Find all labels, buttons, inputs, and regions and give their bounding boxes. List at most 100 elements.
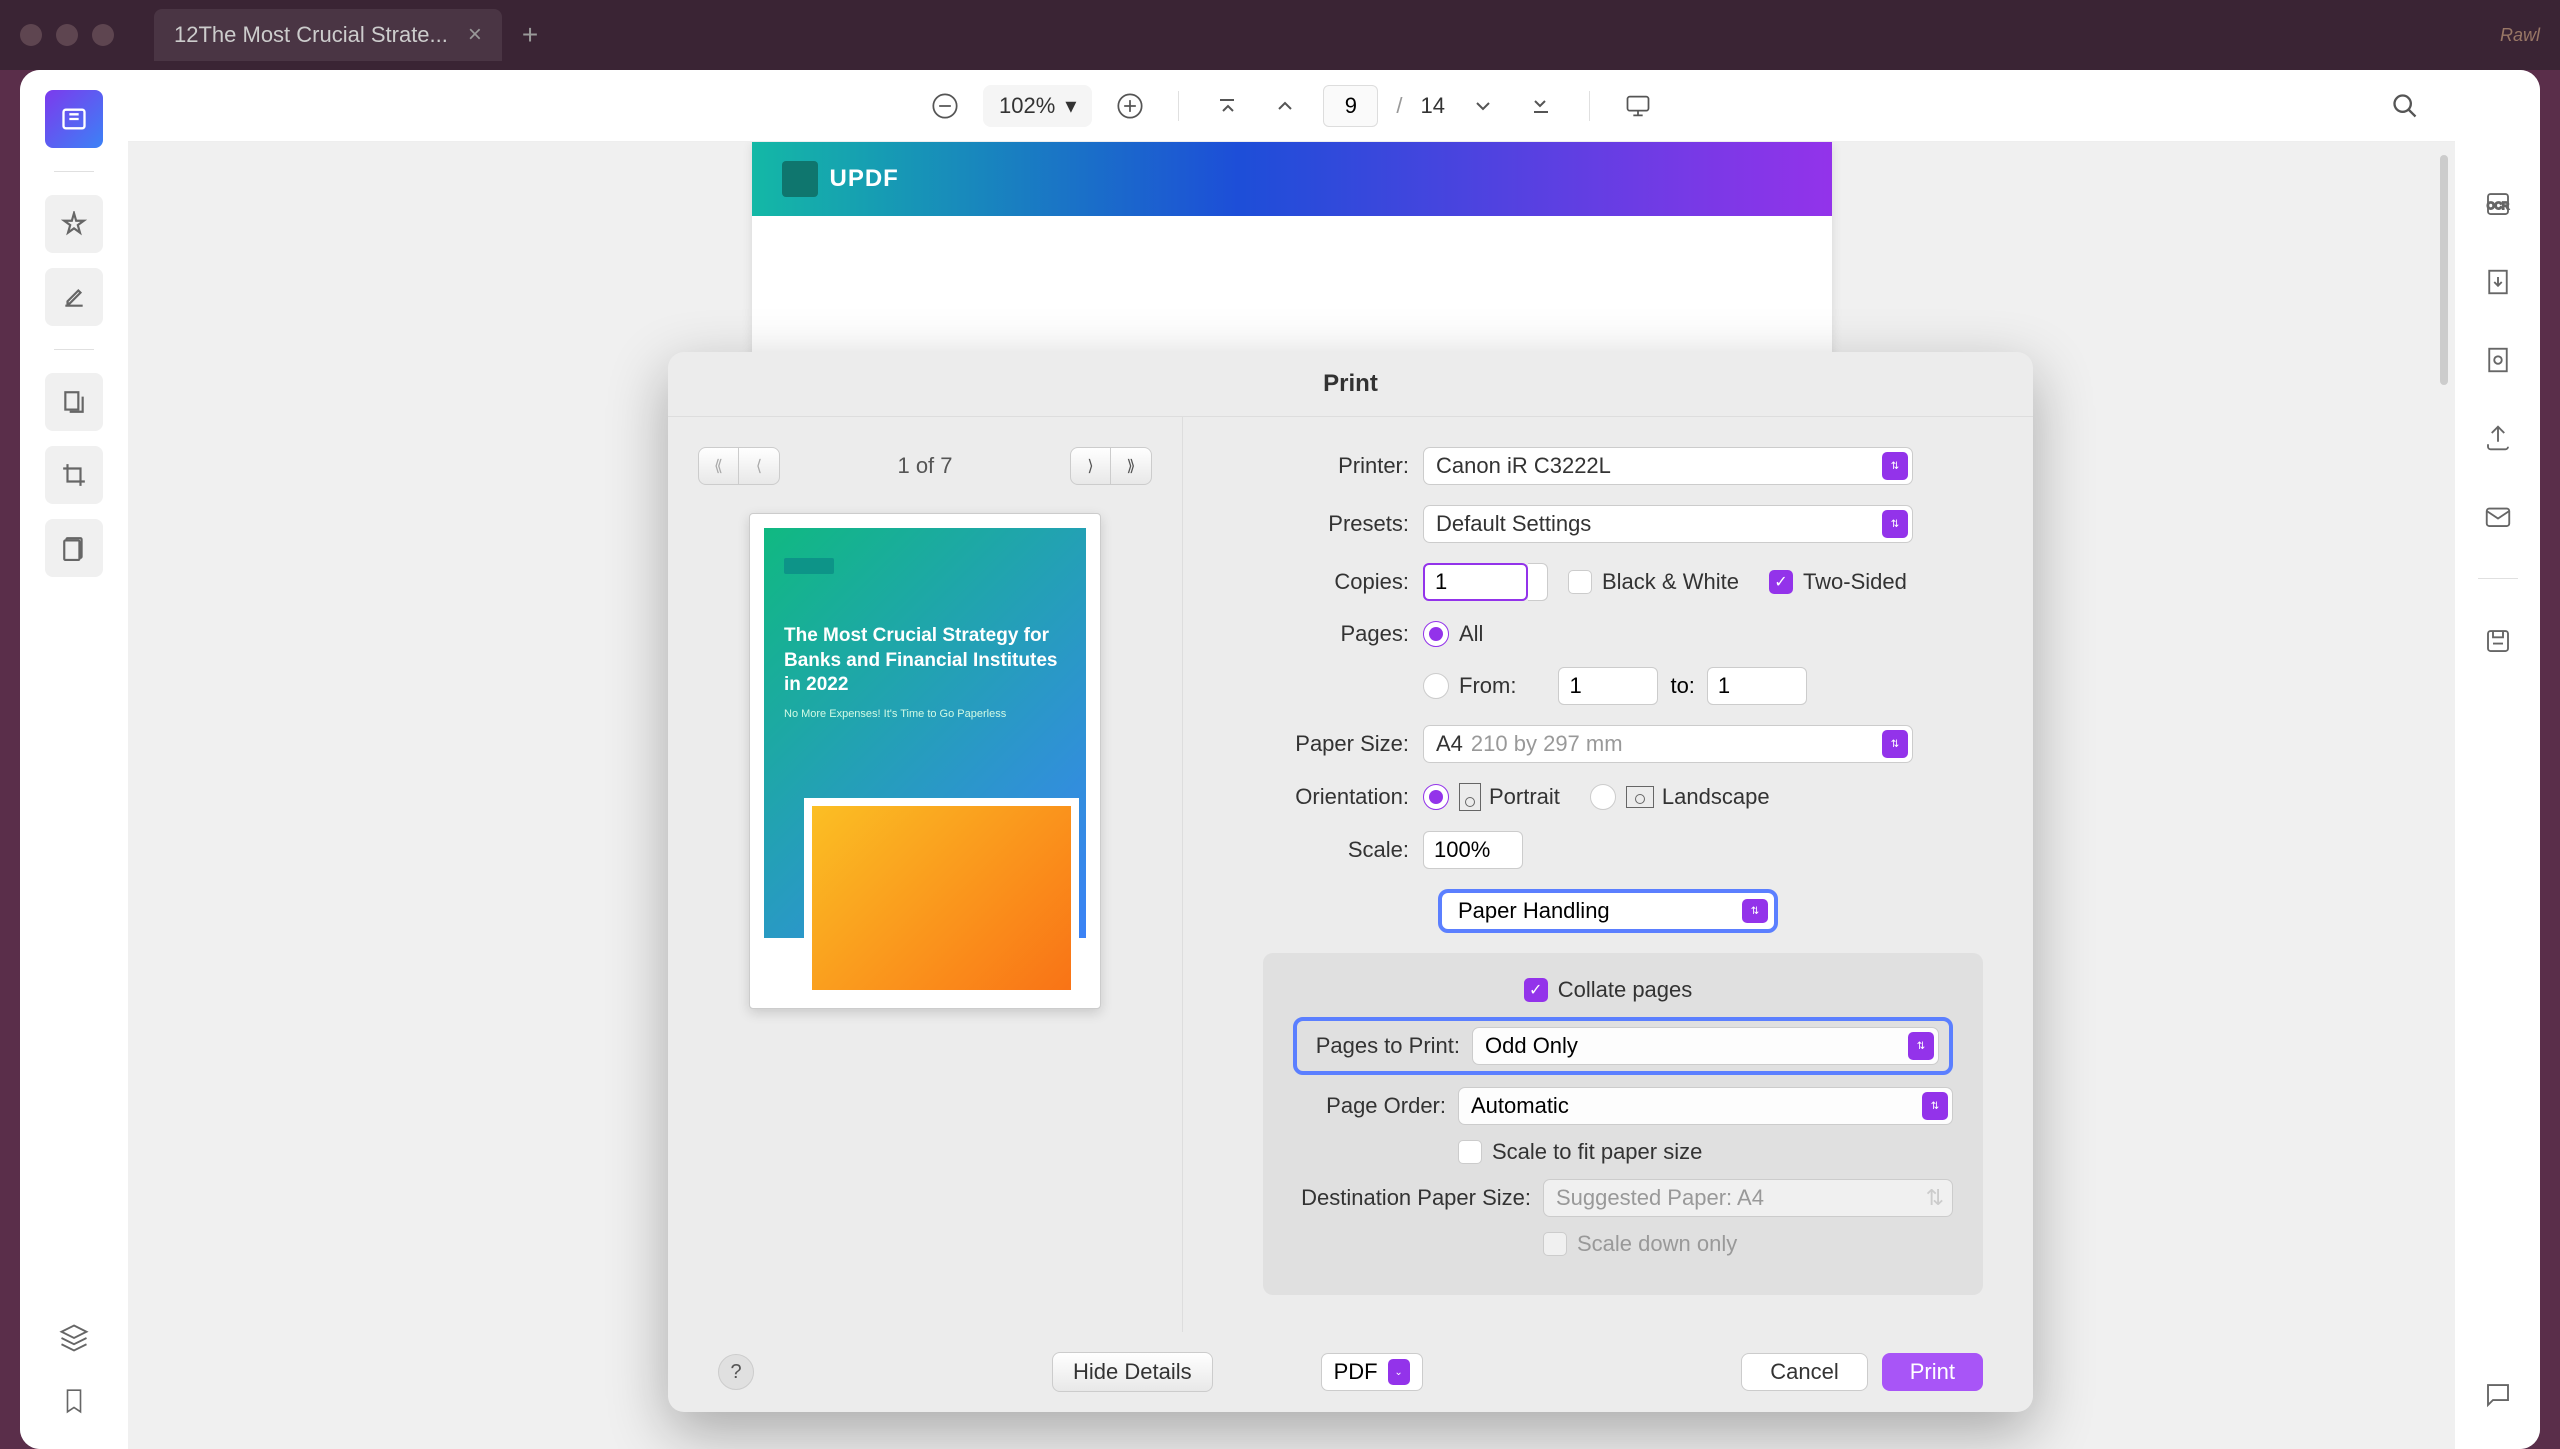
preview-counter: 1 of 7 — [897, 453, 952, 479]
collate-label: Collate pages — [1558, 977, 1693, 1003]
ocr-icon[interactable]: OCR — [2474, 180, 2522, 228]
collate-checkbox[interactable]: ✓ — [1524, 978, 1548, 1002]
vertical-scrollbar[interactable] — [2440, 155, 2448, 385]
print-settings-panel: Printer: Canon iR C3222L ⇅ Presets: Defa… — [1183, 417, 2033, 1332]
to-input[interactable] — [1707, 667, 1807, 705]
pages-from-radio[interactable] — [1423, 673, 1449, 699]
chevron-down-icon: ⌄ — [1388, 1359, 1410, 1385]
next-page-icon[interactable] — [1463, 86, 1503, 126]
doc-brand: UPDF — [830, 165, 899, 193]
bw-label: Black & White — [1602, 569, 1739, 595]
landscape-radio[interactable] — [1590, 784, 1616, 810]
zoom-out-icon[interactable] — [925, 86, 965, 126]
print-dialog: Print ⟪ ⟨ 1 of 7 ⟩ ⟫ Th — [668, 352, 2033, 1412]
separator — [1178, 91, 1179, 121]
zoom-dropdown[interactable]: 102% ▾ — [983, 85, 1092, 127]
papersize-select[interactable]: A4 210 by 297 mm ⇅ — [1423, 725, 1913, 763]
page-tool-icon[interactable] — [45, 519, 103, 577]
organize-pages-icon[interactable] — [45, 373, 103, 431]
to-label: to: — [1670, 673, 1694, 699]
papersize-label: Paper Size: — [1233, 731, 1423, 757]
email-icon[interactable] — [2474, 492, 2522, 540]
scale-fit-label: Scale to fit paper size — [1492, 1139, 1702, 1165]
search-icon[interactable] — [2385, 86, 2425, 126]
presets-select[interactable]: Default Settings ⇅ — [1423, 505, 1913, 543]
print-button[interactable]: Print — [1882, 1353, 1983, 1391]
preview-page: The Most Crucial Strategy for Banks and … — [749, 513, 1101, 1009]
close-window[interactable] — [20, 24, 42, 46]
last-page-icon[interactable] — [1521, 86, 1561, 126]
select-arrows-icon: ⇅ — [1922, 1092, 1948, 1120]
scale-input[interactable] — [1423, 831, 1523, 869]
add-tab-icon[interactable]: + — [522, 19, 538, 51]
help-button[interactable]: ? — [718, 1354, 754, 1390]
from-input[interactable] — [1558, 667, 1658, 705]
maximize-window[interactable] — [92, 24, 114, 46]
preview-title: The Most Crucial Strategy for Banks and … — [784, 624, 1066, 698]
preview-back-buttons: ⟪ ⟨ — [698, 447, 780, 485]
dest-paper-select: Suggested Paper: A4 ⇅ — [1543, 1179, 1953, 1217]
page-order-select[interactable]: Automatic ⇅ — [1458, 1087, 1953, 1125]
twosided-label: Two-Sided — [1803, 569, 1907, 595]
left-sidebar — [20, 70, 128, 1449]
tab-title: 12The Most Crucial Strate... — [174, 22, 448, 48]
chevron-down-icon: ▾ — [1065, 93, 1076, 119]
minimize-window[interactable] — [56, 24, 78, 46]
document-tab[interactable]: 12The Most Crucial Strate... × — [154, 9, 502, 61]
landscape-icon — [1626, 786, 1654, 808]
share-icon[interactable] — [2474, 414, 2522, 462]
pages-to-print-select[interactable]: Odd Only ⇅ — [1472, 1027, 1939, 1065]
pages-label: Pages: — [1233, 621, 1423, 647]
select-arrows-icon: ⇅ — [1882, 452, 1908, 480]
pages-all-radio[interactable] — [1423, 621, 1449, 647]
highlighter-icon[interactable] — [45, 195, 103, 253]
preview-prev-icon[interactable]: ⟨ — [739, 448, 779, 484]
preview-next-icon[interactable]: ⟩ — [1071, 448, 1111, 484]
separator — [2478, 578, 2518, 579]
reader-mode-icon[interactable] — [45, 90, 103, 148]
comment-icon[interactable] — [2474, 1371, 2522, 1419]
all-label: All — [1459, 621, 1483, 647]
presentation-icon[interactable] — [1618, 86, 1658, 126]
cancel-button[interactable]: Cancel — [1741, 1353, 1867, 1391]
copies-stepper[interactable] — [1528, 563, 1548, 601]
scale-fit-checkbox[interactable] — [1458, 1140, 1482, 1164]
first-page-icon[interactable] — [1207, 86, 1247, 126]
twosided-checkbox[interactable]: ✓ — [1769, 570, 1793, 594]
app-frame: 102% ▾ / 14 — [20, 70, 2540, 1449]
prev-page-icon[interactable] — [1265, 86, 1305, 126]
page-separator: / — [1396, 93, 1402, 119]
updf-logo-icon — [782, 161, 818, 197]
pdf-dropdown[interactable]: PDF ⌄ — [1321, 1353, 1423, 1391]
print-panel-select[interactable]: Paper Handling ⇅ — [1438, 889, 1778, 933]
dialog-footer: ? Hide Details PDF ⌄ Cancel Print — [668, 1332, 2033, 1412]
convert-icon[interactable] — [2474, 258, 2522, 306]
printer-select[interactable]: Canon iR C3222L ⇅ — [1423, 447, 1913, 485]
landscape-label: Landscape — [1662, 784, 1770, 810]
right-sidebar: OCR — [2455, 70, 2540, 1449]
orientation-label: Orientation: — [1233, 784, 1423, 810]
zoom-in-icon[interactable] — [1110, 86, 1150, 126]
save-icon[interactable] — [2474, 617, 2522, 665]
zoom-value: 102% — [999, 93, 1055, 119]
separator — [54, 171, 94, 172]
protect-icon[interactable] — [2474, 336, 2522, 384]
hide-details-button[interactable]: Hide Details — [1052, 1352, 1213, 1392]
preview-last-icon[interactable]: ⟫ — [1111, 448, 1151, 484]
copies-input[interactable] — [1423, 563, 1528, 601]
select-arrows-icon: ⇅ — [1908, 1032, 1934, 1060]
portrait-radio[interactable] — [1423, 784, 1449, 810]
preview-logo-icon — [784, 558, 834, 574]
edit-text-icon[interactable] — [45, 268, 103, 326]
preview-photo — [804, 798, 1079, 998]
bw-checkbox[interactable] — [1568, 570, 1592, 594]
brand-label: Rawl — [2500, 25, 2540, 46]
preview-first-icon[interactable]: ⟪ — [699, 448, 739, 484]
bookmark-icon[interactable] — [61, 1388, 87, 1419]
layers-icon[interactable] — [59, 1323, 89, 1358]
select-arrows-icon: ⇅ — [1926, 1185, 1944, 1211]
traffic-lights — [20, 24, 114, 46]
page-number-input[interactable] — [1323, 85, 1378, 127]
close-tab-icon[interactable]: × — [468, 21, 482, 49]
crop-icon[interactable] — [45, 446, 103, 504]
